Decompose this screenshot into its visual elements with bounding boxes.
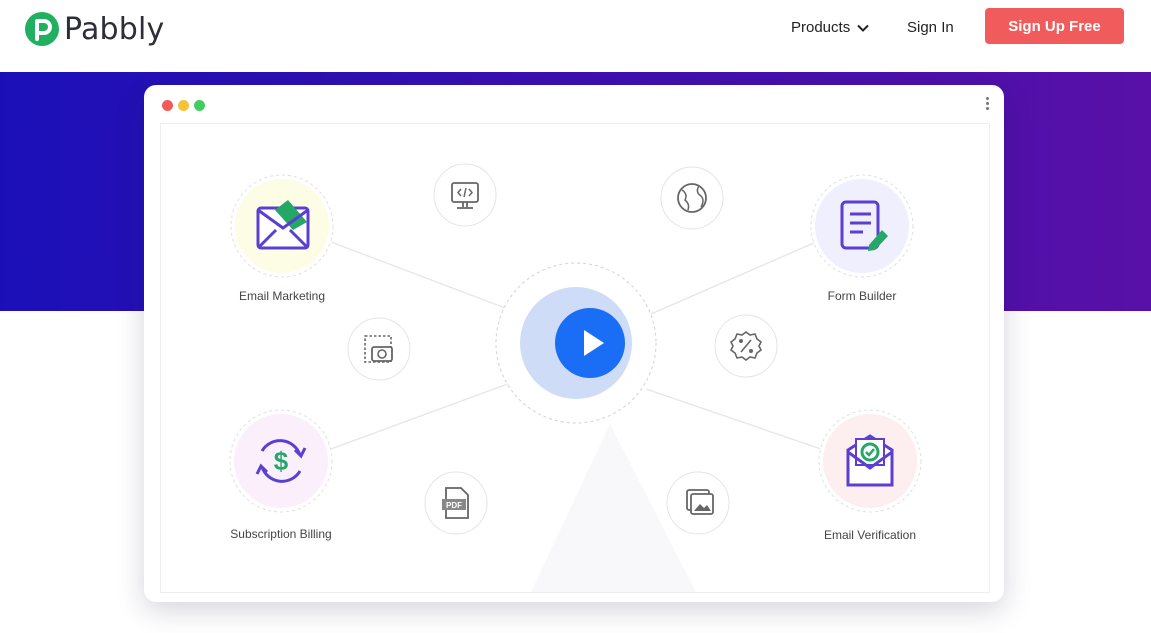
window-minimize-dot [178,100,189,111]
subscription-billing-feature[interactable]: $ Subscription Billing [229,409,333,541]
video-thumbnail: Email Marketing Form Builder $ Subscript… [160,123,990,593]
email-verification-feature[interactable]: Email Verification [818,409,922,542]
pdf-icon: PDF [424,471,488,535]
globe-icon [660,166,724,230]
products-menu[interactable]: Products [791,19,869,36]
play-icon [584,330,604,356]
pabbly-logo[interactable]: Pabbly [24,11,165,47]
percent-badge-icon [714,314,778,378]
products-menu-label: Products [791,19,851,36]
site-header: Pabbly Products Sign In Sign Up Free [0,0,1151,72]
envelope-icon [256,200,310,250]
svg-text:PDF: PDF [446,501,462,510]
email-verification-label: Email Verification [824,528,916,542]
sign-up-button[interactable]: Sign Up Free [985,8,1124,44]
screenshot-icon [347,317,411,381]
email-marketing-label: Email Marketing [239,289,325,303]
code-monitor-icon [433,163,497,227]
play-video-button[interactable] [555,308,625,378]
brand-name: Pabbly [64,11,165,47]
pabbly-logo-icon [25,12,59,46]
svg-text:$: $ [274,446,289,476]
kebab-menu-icon[interactable] [986,97,990,113]
email-marketing-feature[interactable]: Email Marketing [230,174,334,303]
gallery-icon [666,471,730,535]
form-builder-feature[interactable]: Form Builder [810,174,914,303]
window-close-dot [162,100,173,111]
subscription-billing-label: Subscription Billing [230,527,331,541]
form-builder-label: Form Builder [828,289,897,303]
window-maximize-dot [194,100,205,111]
product-video-card: Email Marketing Form Builder $ Subscript… [144,85,1004,602]
sign-in-link[interactable]: Sign In [907,19,954,36]
chevron-down-icon [857,24,869,32]
